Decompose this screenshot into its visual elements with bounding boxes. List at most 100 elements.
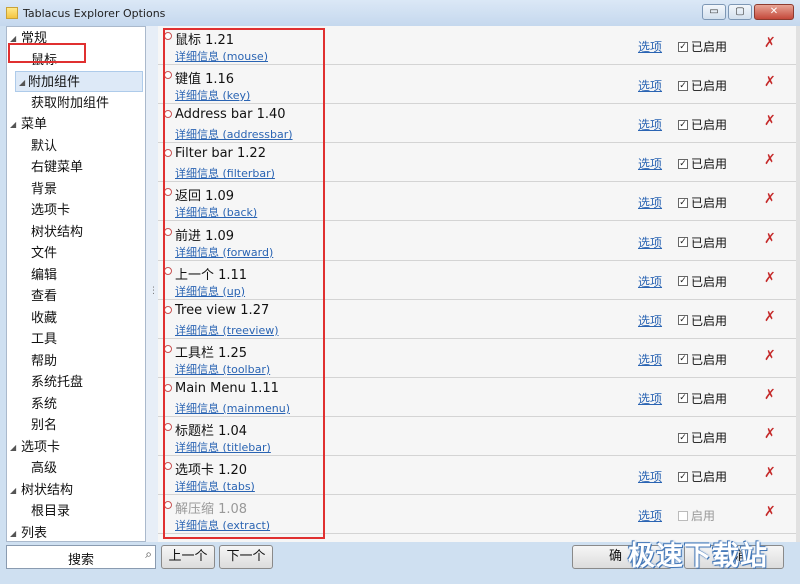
addon-enable-checkbox[interactable]: ✓ 已启用 (678, 77, 727, 94)
move-down-button[interactable]: 下一个 (219, 545, 273, 569)
addon-options-link[interactable]: 选项 (638, 155, 662, 172)
checkbox-icon[interactable]: ✓ (678, 315, 688, 326)
addon-enable-checkbox[interactable]: ✓ 已启用 (678, 155, 727, 172)
remove-icon[interactable]: ✗ (764, 426, 776, 442)
checkbox-icon[interactable]: ✓ (678, 158, 688, 169)
tree-item[interactable]: 帮助 (7, 351, 57, 372)
addon-options-link[interactable]: 选项 (638, 234, 662, 251)
addon-enable-checkbox[interactable]: ✓ 已启用 (678, 194, 727, 211)
search-field[interactable]: 搜索 ⌕ (6, 545, 156, 569)
addon-options-link[interactable]: 选项 (638, 38, 662, 55)
tree-item[interactable]: ◢ 附加组件 (15, 71, 143, 92)
options-tree: ◢ 常规 鼠标 ◢ 附加组件 获取附加组件 ◢ 菜单 默认 右键菜单 背景 选项卡 树状结构 文件 编辑 查看… (6, 26, 146, 542)
tree-item[interactable]: 编辑 (7, 265, 57, 286)
addon-options-link[interactable]: 选项 (638, 351, 662, 368)
addon-enable-checkbox[interactable]: ✓ 已启用 (678, 468, 727, 485)
checkbox-icon[interactable] (678, 510, 688, 521)
checkbox-icon[interactable]: ✓ (678, 393, 688, 404)
remove-icon[interactable]: ✗ (764, 152, 776, 168)
checkbox-icon[interactable]: ✓ (678, 119, 688, 130)
checkbox-icon[interactable]: ✓ (678, 41, 688, 52)
addon-enable-checkbox[interactable]: ✓ 已启用 (678, 38, 727, 55)
addon-enable-label: 已启用 (691, 196, 728, 211)
remove-icon[interactable]: ✗ (764, 504, 776, 520)
remove-icon[interactable]: ✗ (764, 465, 776, 481)
remove-icon[interactable]: ✗ (764, 270, 776, 286)
addon-enable-checkbox[interactable]: ✓ 已启用 (678, 234, 727, 251)
addon-enable-checkbox[interactable]: ✓ 已启用 (678, 312, 727, 329)
tree-item[interactable]: 文件 (7, 243, 57, 264)
checkbox-icon[interactable]: ✓ (678, 354, 688, 365)
checkbox-icon[interactable]: ✓ (678, 237, 688, 247)
expand-arrow-icon[interactable]: ◢ (10, 523, 16, 542)
addon-enable-label: 已启用 (691, 470, 728, 485)
tree-item[interactable]: 高级 (7, 458, 57, 479)
tree-item[interactable]: ◢ 菜单 (7, 114, 47, 135)
tree-item[interactable]: ◢ 列表 (7, 523, 47, 542)
addon-enable-checkbox[interactable]: 启用 (678, 507, 715, 524)
tree-item[interactable]: 工具 (7, 329, 57, 350)
remove-icon[interactable]: ✗ (764, 348, 776, 364)
addon-options-link[interactable]: 选项 (638, 116, 662, 133)
addon-options-link[interactable]: 选项 (638, 507, 662, 524)
tree-item[interactable]: 收藏 (7, 308, 57, 329)
remove-icon[interactable]: ✗ (764, 74, 776, 90)
remove-icon[interactable]: ✗ (764, 113, 776, 129)
tree-item-label: 根目录 (31, 504, 71, 519)
expand-arrow-icon[interactable]: ◢ (19, 72, 25, 93)
addon-enable-checkbox[interactable]: ✓ 已启用 (678, 351, 727, 368)
remove-icon[interactable]: ✗ (764, 309, 776, 325)
tree-item[interactable]: ◢ 选项卡 (7, 437, 60, 458)
addon-enable-checkbox[interactable]: ✓ 已启用 (678, 273, 727, 290)
addon-options-link[interactable]: 选项 (638, 312, 662, 329)
list-scrollbar[interactable] (796, 26, 800, 542)
remove-icon[interactable]: ✗ (764, 191, 776, 207)
close-button[interactable]: ✕ (754, 4, 794, 20)
checkbox-icon[interactable]: ✓ (678, 471, 688, 482)
minimize-button[interactable]: ▭ (702, 4, 726, 20)
addon-enable-label: 已启用 (691, 391, 728, 406)
tree-item-label: 树状结构 (21, 482, 74, 498)
expand-arrow-icon[interactable]: ◢ (10, 437, 16, 458)
maximize-button[interactable]: ▢ (728, 4, 752, 20)
addon-options-link[interactable]: 选项 (638, 468, 662, 485)
addon-options-link[interactable]: 选项 (638, 77, 662, 94)
splitter[interactable]: ⋮ (146, 26, 158, 542)
addon-options-link[interactable]: 选项 (638, 390, 662, 407)
tree-item[interactable]: 获取附加组件 (7, 93, 109, 114)
tree-item[interactable]: 右键菜单 (7, 157, 83, 178)
tree-item[interactable]: 默认 (7, 136, 57, 157)
search-icon[interactable]: ⌕ (145, 547, 152, 562)
checkbox-icon[interactable]: ✓ (678, 432, 688, 443)
addon-options-link[interactable]: 选项 (638, 273, 662, 290)
tree-item[interactable]: 别名 (7, 415, 57, 436)
checkbox-icon[interactable]: ✓ (678, 197, 688, 208)
tree-item-label: 选项卡 (21, 439, 61, 455)
tree-item-label: 附加组件 (28, 75, 81, 90)
tree-item[interactable]: 查看 (7, 286, 57, 307)
move-up-button[interactable]: 上一个 (161, 545, 215, 569)
tree-item-label: 工具 (31, 332, 58, 347)
tree-item[interactable]: 根目录 (7, 501, 70, 522)
expand-arrow-icon[interactable]: ◢ (10, 480, 16, 501)
tree-item-label: 右键菜单 (31, 160, 84, 175)
tree-item[interactable]: 系统 (7, 394, 57, 415)
expand-arrow-icon[interactable]: ◢ (10, 114, 16, 135)
remove-icon[interactable]: ✗ (764, 35, 776, 51)
addon-enable-label: 已启用 (691, 157, 728, 172)
tree-item[interactable]: 背景 (7, 179, 57, 200)
addon-enable-checkbox[interactable]: ✓ 已启用 (678, 390, 727, 407)
remove-icon[interactable]: ✗ (764, 387, 776, 403)
tree-item[interactable]: 树状结构 (7, 222, 83, 243)
tree-item[interactable]: 选项卡 (7, 200, 70, 221)
addon-enable-checkbox[interactable]: ✓ 已启用 (678, 429, 727, 446)
tree-item[interactable]: ◢ 树状结构 (7, 480, 73, 501)
checkbox-icon[interactable]: ✓ (678, 276, 688, 287)
remove-icon[interactable]: ✗ (764, 231, 776, 247)
checkbox-icon[interactable]: ✓ (678, 80, 688, 91)
addon-enable-label: 已启用 (691, 352, 728, 367)
tree-item-label: 别名 (31, 418, 58, 433)
addon-options-link[interactable]: 选项 (638, 194, 662, 211)
addon-enable-checkbox[interactable]: ✓ 已启用 (678, 116, 727, 133)
tree-item[interactable]: 系统托盘 (7, 372, 83, 393)
